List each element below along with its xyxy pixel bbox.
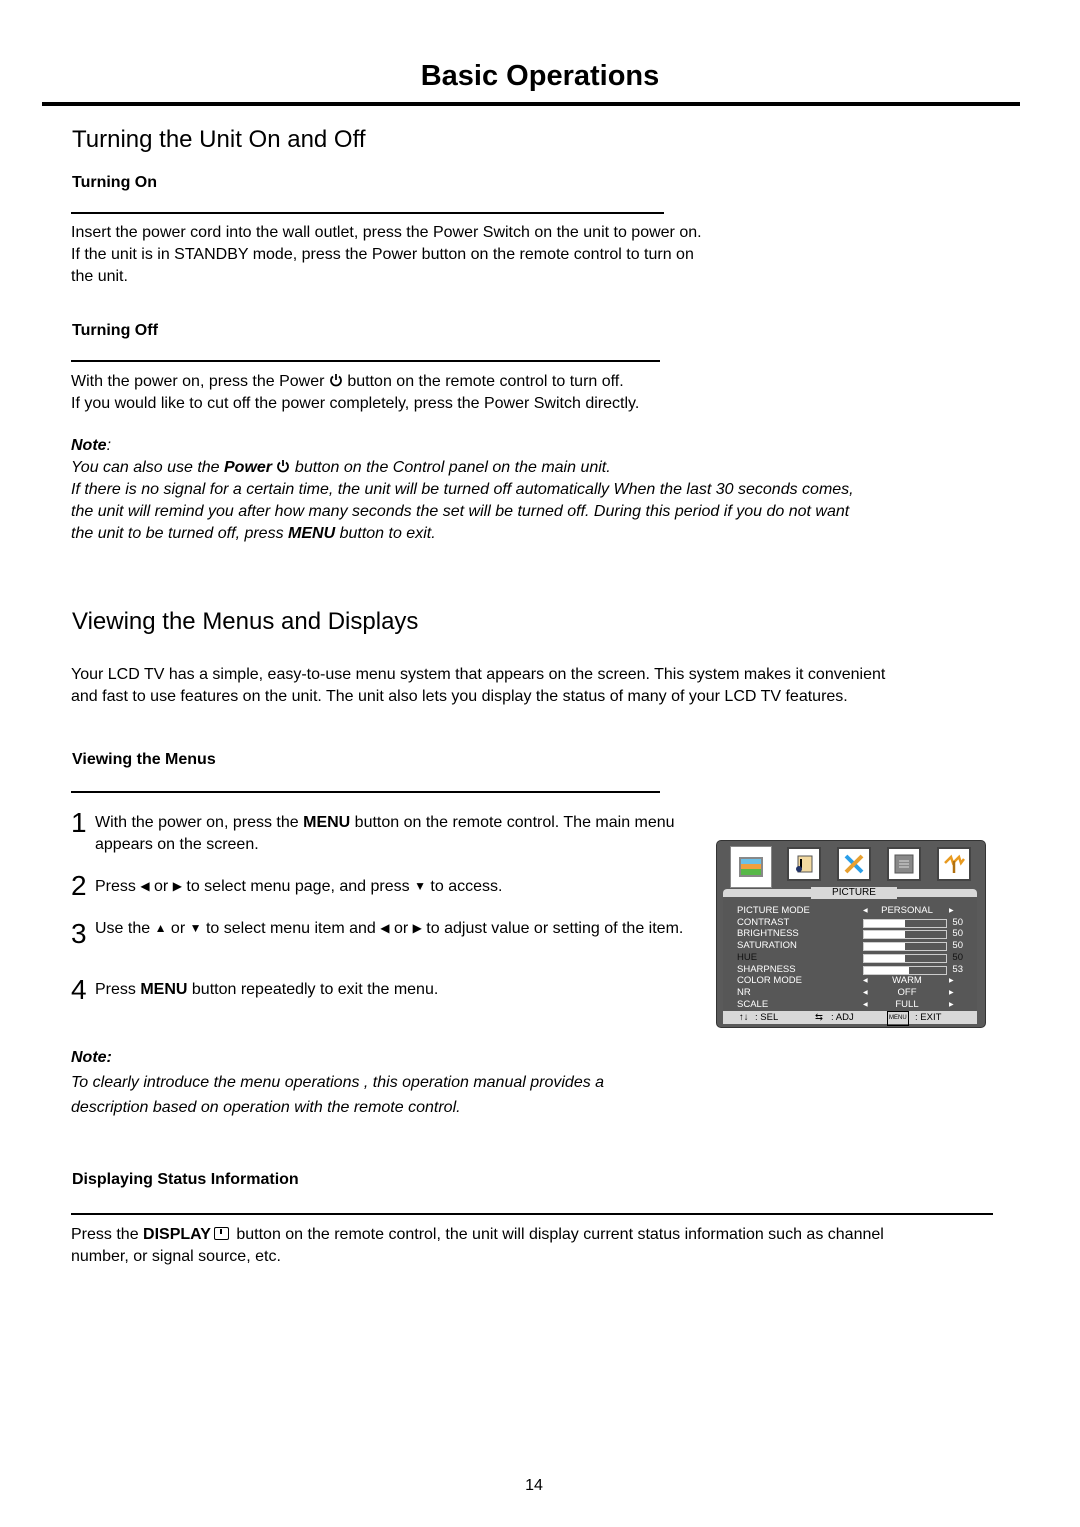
- slider-value: 50: [952, 928, 963, 940]
- subheading-divider: [71, 1213, 993, 1215]
- slider-fill: [864, 919, 905, 927]
- left-arrow-icon[interactable]: ◀: [863, 999, 868, 1011]
- option-value: FULL: [895, 998, 919, 1010]
- menu-row-label: SCALE: [737, 998, 769, 1010]
- slider-fill: [864, 943, 905, 951]
- slider-fill: [864, 954, 905, 962]
- left-right-arrows-icon: ⇆: [815, 1012, 823, 1023]
- intro-text: Your LCD TV has a simple, easy-to-use me…: [71, 666, 886, 705]
- subheading-divider: [71, 212, 664, 214]
- value-slider[interactable]: [863, 942, 947, 952]
- value-slider[interactable]: [863, 918, 947, 928]
- subheading-turning-off: Turning Off: [72, 322, 158, 339]
- title-divider: [42, 102, 1020, 106]
- menu-row-contrast[interactable]: CONTRAST 50: [737, 917, 963, 929]
- menu-row-label: SATURATION: [737, 940, 797, 952]
- menu-row-label: CONTRAST: [737, 916, 790, 928]
- menu-row-saturation[interactable]: SATURATION 50: [737, 940, 963, 952]
- right-arrow-icon[interactable]: ▶: [949, 975, 954, 987]
- slider-fill: [864, 931, 905, 939]
- value-slider[interactable]: [863, 965, 947, 975]
- option-value: OFF: [897, 986, 917, 998]
- menu-row-label: HUE: [737, 951, 758, 963]
- menu-row-hue[interactable]: HUE 50: [737, 952, 963, 964]
- page-number: 14: [525, 1477, 543, 1494]
- page-title: Basic Operations: [420, 60, 660, 92]
- picture-icon: [731, 847, 771, 887]
- note-label: Note:: [71, 1049, 112, 1066]
- menu-footer-hints: ↑↓ : SEL ⇆ : ADJ MENU : EXIT: [723, 1011, 977, 1026]
- down-arrow-icon: ▼: [189, 921, 202, 935]
- note-label: Note: [71, 437, 107, 454]
- turning-on-text: Insert the power cord into the wall outl…: [71, 224, 702, 285]
- right-arrow-icon[interactable]: ▶: [949, 987, 954, 999]
- menu-key-icon: MENU: [887, 1011, 909, 1026]
- slider-value: 50: [952, 916, 963, 928]
- menu-page-icons: [731, 847, 971, 887]
- menu-row-color-mode[interactable]: COLOR MODE ◀ WARM ▶: [737, 975, 963, 987]
- left-arrow-icon[interactable]: ◀: [863, 987, 868, 999]
- tv-menu-illustration: PICTURE PICTURE MODE ◀ PERSONAL ▶ CONTRAST 50…: [716, 840, 986, 1028]
- left-arrow-icon: ◀: [140, 879, 150, 893]
- menu-row-label: COLOR MODE: [737, 975, 802, 987]
- value-slider[interactable]: [863, 953, 947, 963]
- setup-icon: [837, 847, 871, 881]
- menu-row-label: NR: [737, 986, 751, 998]
- turning-off-text: With the power on, press the Power butto…: [71, 373, 640, 412]
- channel-antenna-icon: [937, 847, 971, 881]
- power-icon: [277, 460, 290, 473]
- menu-row-label: SHARPNESS: [737, 963, 796, 975]
- picture-settings-panel: PICTURE PICTURE MODE ◀ PERSONAL ▶ CONTRAST 50…: [723, 887, 977, 1019]
- left-arrow-icon[interactable]: ◀: [863, 905, 868, 917]
- subheading-status-info: Displaying Status Information: [72, 1171, 299, 1188]
- up-arrow-icon: ▲: [154, 921, 167, 935]
- slider-value: 50: [952, 951, 963, 963]
- menu-row-nr[interactable]: NR ◀ OFF ▶: [737, 987, 963, 999]
- step-4: 4 Press MENU button repeatedly to exit t…: [71, 974, 439, 1005]
- option-value: WARM: [892, 975, 922, 987]
- right-arrow-icon: ▶: [172, 879, 182, 893]
- sound-icon: [787, 847, 821, 881]
- slider-value: 50: [952, 940, 963, 952]
- status-text: Press the DISPLAY button on the remote c…: [71, 1226, 884, 1265]
- subheading-divider: [71, 360, 660, 362]
- subheading-viewing-menus: Viewing the Menus: [72, 751, 216, 768]
- display-icon: [213, 1227, 229, 1240]
- menu-tab-picture: PICTURE: [811, 887, 897, 899]
- subheading-turning-on: Turning On: [72, 174, 158, 191]
- menu-row-brightness[interactable]: BRIGHTNESS 50: [737, 928, 963, 940]
- option-value: PERSONAL: [881, 905, 933, 916]
- step-1: 1 With the power on, press the MENU butt…: [71, 807, 675, 854]
- menu-row-picture-mode[interactable]: PICTURE MODE ◀ PERSONAL ▶: [737, 905, 963, 917]
- step-3: 3 Use the ▲ or ▼ to select menu item and…: [71, 918, 684, 949]
- menu-settings-icon: [887, 847, 921, 881]
- section-heading-viewing-menus: Viewing the Menus and Displays: [72, 608, 419, 635]
- menu-row-label: PICTURE MODE: [737, 905, 810, 916]
- slider-fill: [864, 966, 910, 974]
- step-2: 2 Press ◀ or ▶ to select menu page, and …: [71, 870, 503, 901]
- down-arrow-icon: ▼: [414, 879, 426, 893]
- right-arrow-icon: ▶: [412, 921, 422, 935]
- slider-value: 53: [952, 963, 963, 975]
- menu-row-sharpness[interactable]: SHARPNESS 53: [737, 964, 963, 976]
- left-arrow-icon: ◀: [380, 921, 390, 935]
- note-remote: Note: To clearly introduce the menu oper…: [71, 1049, 605, 1116]
- up-down-arrows-icon: ↑↓: [739, 1012, 749, 1023]
- menu-row-label: BRIGHTNESS: [737, 928, 799, 940]
- left-arrow-icon[interactable]: ◀: [863, 975, 868, 987]
- menu-row-scale[interactable]: SCALE ◀ FULL ▶: [737, 999, 963, 1011]
- power-icon: [330, 374, 342, 387]
- right-arrow-icon[interactable]: ▶: [949, 999, 954, 1011]
- right-arrow-icon[interactable]: ▶: [949, 905, 954, 917]
- subheading-divider: [71, 791, 660, 793]
- section-heading-turning-unit: Turning the Unit On and Off: [72, 126, 366, 153]
- value-slider[interactable]: [863, 930, 947, 940]
- note-power: Note: You can also use the Power button …: [71, 437, 854, 542]
